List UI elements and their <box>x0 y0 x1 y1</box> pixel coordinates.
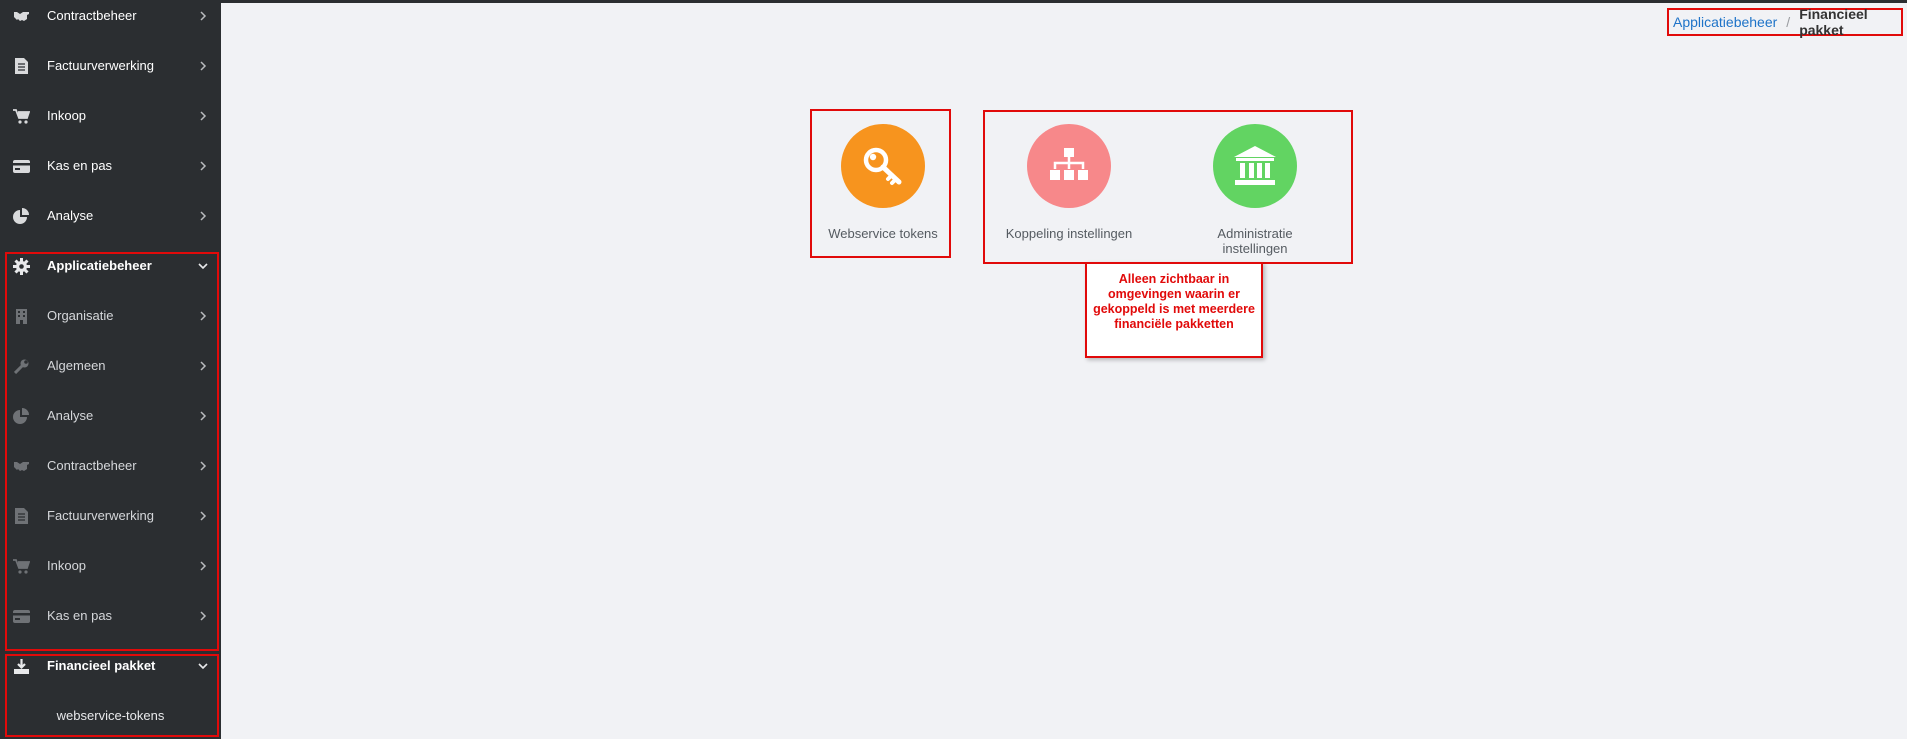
tile-label: Webservice tokens <box>828 226 938 241</box>
annotation-note: Alleen zichtbaar in omgevingen waarin er… <box>1085 262 1263 358</box>
chevron-right-icon <box>200 161 207 171</box>
credit-card-icon <box>12 157 30 175</box>
chevron-right-icon <box>200 211 207 221</box>
sidebar-item-label: Factuurverwerking <box>47 58 154 73</box>
handshake-icon <box>12 7 30 25</box>
tile-administratie-instellingen[interactable]: Administratie instellingen <box>1185 124 1325 256</box>
breadcrumb-separator: / <box>1786 14 1791 30</box>
tile-webservice-tokens[interactable]: Webservice tokens <box>813 124 953 241</box>
tile-label: Administratie instellingen <box>1217 226 1293 256</box>
highlight-box-financieel-pakket <box>5 654 219 737</box>
chevron-right-icon <box>200 111 207 121</box>
sidebar: Contractbeheer Factuurverwerking Inkoop … <box>0 0 221 739</box>
tile-koppeling-instellingen[interactable]: Koppeling instellingen <box>999 124 1139 241</box>
document-icon <box>12 57 30 75</box>
sidebar-item-kas-en-pas[interactable]: Kas en pas <box>0 141 221 191</box>
bank-icon <box>1213 124 1297 208</box>
sidebar-item-analyse[interactable]: Analyse <box>0 191 221 241</box>
tile-label: Koppeling instellingen <box>1005 226 1133 241</box>
sidebar-item-label: Inkoop <box>47 108 87 123</box>
chevron-right-icon <box>200 11 207 21</box>
pie-chart-icon <box>12 207 30 225</box>
sidebar-item-contractbeheer[interactable]: Contractbeheer <box>0 0 221 41</box>
breadcrumb: Applicatiebeheer / Financieel pakket <box>1667 6 1903 38</box>
highlight-box-applicatiebeheer <box>5 252 219 651</box>
chevron-right-icon <box>200 61 207 71</box>
breadcrumb-link[interactable]: Applicatiebeheer <box>1673 14 1777 30</box>
sidebar-item-label: Kas en pas <box>47 158 113 173</box>
sidebar-item-factuurverwerking[interactable]: Factuurverwerking <box>0 41 221 91</box>
sidebar-item-label: Contractbeheer <box>47 8 137 23</box>
sidebar-item-inkoop[interactable]: Inkoop <box>0 91 221 141</box>
sidebar-item-label: Analyse <box>47 208 94 223</box>
key-icon <box>841 124 925 208</box>
cart-icon <box>12 107 30 125</box>
breadcrumb-current: Financieel pakket <box>1799 6 1868 38</box>
sitemap-icon <box>1027 124 1111 208</box>
